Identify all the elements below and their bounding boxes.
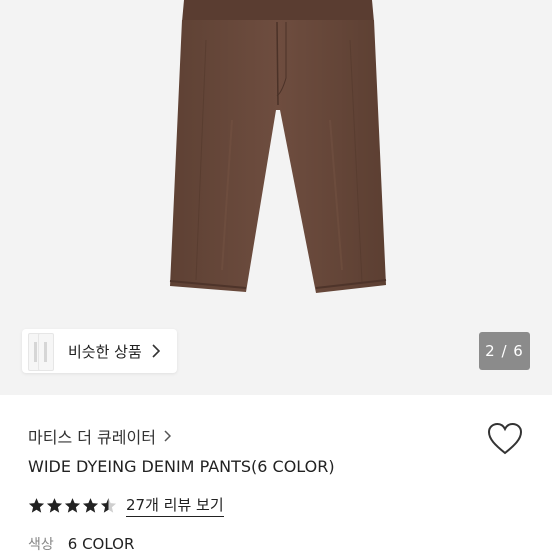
review-link[interactable]: 27개 리뷰 보기 xyxy=(126,494,224,517)
star-rating xyxy=(28,497,118,514)
similar-products-button[interactable]: 비슷한 상품 xyxy=(22,329,177,373)
product-gallery[interactable]: 비슷한 상품 2 / 6 xyxy=(0,0,552,395)
similar-thumbnail xyxy=(28,329,60,373)
option-row: 색상 6 COLOR xyxy=(28,534,134,554)
chevron-right-icon xyxy=(152,344,160,358)
star-icon xyxy=(64,498,81,513)
star-icon xyxy=(82,498,99,513)
chevron-right-icon xyxy=(164,430,171,442)
product-title: WIDE DYEING DENIM PANTS(6 COLOR) xyxy=(28,457,335,476)
star-icon xyxy=(46,498,63,513)
half-star-icon xyxy=(100,498,117,513)
brand-name: 마티스 더 큐레이터 xyxy=(28,428,156,447)
option-label: 색상 xyxy=(28,537,54,553)
option-value: 6 COLOR xyxy=(67,535,135,553)
heart-outline-icon[interactable] xyxy=(487,422,523,456)
image-page-counter: 2 / 6 xyxy=(479,332,530,370)
similar-products-label: 비슷한 상품 xyxy=(68,342,142,361)
brand-link[interactable]: 마티스 더 큐레이터 xyxy=(28,424,171,448)
rating-row: 27개 리뷰 보기 xyxy=(28,494,224,517)
star-icon xyxy=(28,498,45,513)
